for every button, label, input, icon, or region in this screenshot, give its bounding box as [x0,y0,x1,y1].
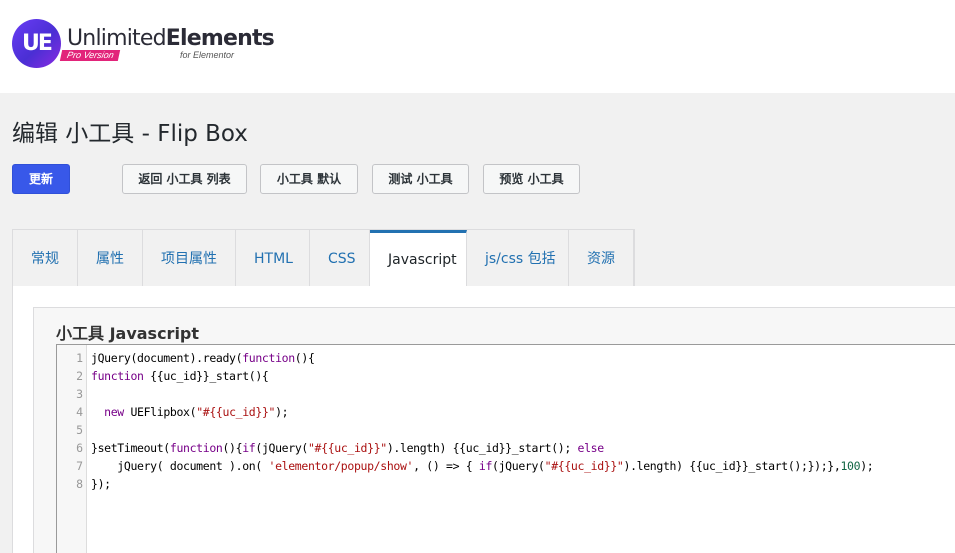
line-number: 5 [76,423,83,437]
widget-defaults-button[interactable]: 小工具 默认 [260,164,358,194]
brand-name-bold: Elements [165,26,275,51]
code-line[interactable]: jQuery( document ).on( 'elementor/popup/… [91,457,873,475]
tab-css[interactable]: CSS [310,230,370,287]
line-number: 8 [76,477,83,491]
preview-widget-button[interactable]: 预览 小工具 [483,164,580,194]
update-button[interactable]: 更新 [12,164,70,194]
top-bar: UE UnlimitedElements Pro Version for Ele… [0,0,955,93]
code-editor[interactable]: 1 2 3 4 5 6 7 8 jQuery(document).ready(f… [56,344,955,553]
tab-assets[interactable]: 资源 [569,230,634,287]
tab-item-attributes[interactable]: 项目属性 [143,230,236,287]
line-number: 6 [76,441,83,455]
javascript-box-title: 小工具 Javascript [56,324,200,343]
test-widget-button[interactable]: 测试 小工具 [372,164,469,194]
code-line[interactable]: jQuery(document).ready(function(){ [91,349,315,367]
back-to-widget-list-button[interactable]: 返回 小工具 列表 [122,164,247,194]
brand-name: UnlimitedElements [67,26,275,51]
page-title: 编辑 小工具 - Flip Box [12,121,248,147]
code-line[interactable]: function {{uc_id}}_start(){ [91,367,269,385]
code-line[interactable]: }); [91,475,111,493]
line-number: 4 [76,405,83,419]
tab-html[interactable]: HTML [236,230,310,287]
tab-attributes[interactable]: 属性 [78,230,143,287]
line-number-gutter: 1 2 3 4 5 6 7 8 [57,345,87,553]
tab-general[interactable]: 常规 [13,230,78,287]
tab-js-css-includes[interactable]: js/css 包括 [467,230,569,287]
tab-javascript[interactable]: Javascript [370,230,467,288]
line-number: 7 [76,459,83,473]
unlimited-elements-logo-icon[interactable]: UE [12,19,61,68]
pro-version-badge: Pro Version [59,50,121,61]
editor-tabs: 常规 属性 项目属性 HTML CSS Javascript js/css 包括… [12,229,635,288]
line-number: 2 [76,369,83,383]
line-number: 1 [76,351,83,365]
code-line[interactable]: }setTimeout(function(){if(jQuery("#{{uc_… [91,439,604,457]
code-line[interactable]: new UEFlipbox("#{{uc_id}}"); [91,403,288,421]
brand-tagline: for Elementor [180,50,235,60]
brand-name-light: Unlimited [67,26,167,51]
line-number: 3 [76,387,83,401]
logo-mark: UE [22,31,53,56]
